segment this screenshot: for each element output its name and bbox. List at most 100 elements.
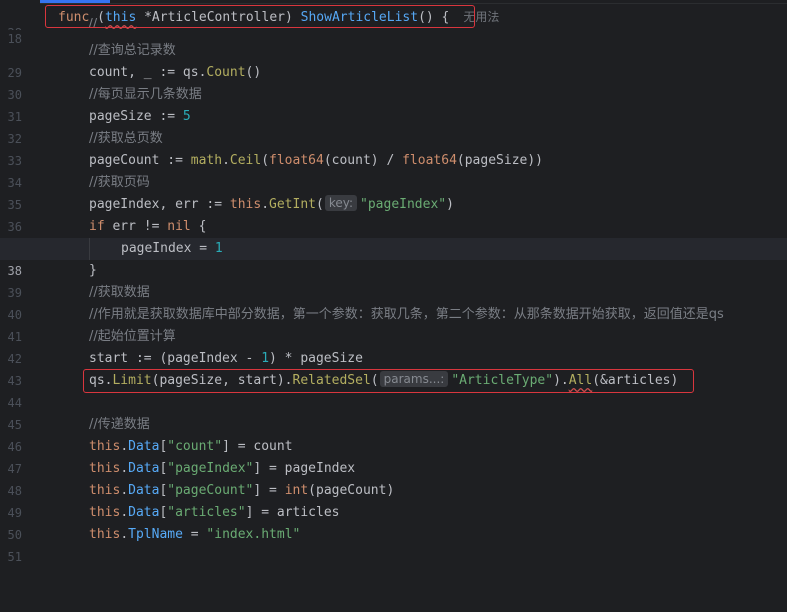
- type-float64: float64: [269, 153, 324, 168]
- string-literal: "pageIndex": [167, 461, 254, 476]
- code-line-48[interactable]: 48 this.Data["pageIndex"] = pageIndex: [0, 458, 787, 498]
- code-line-31[interactable]: 31 //每页显示几条数据: [0, 84, 787, 124]
- function-ceil: Ceil: [229, 153, 262, 168]
- parameter-hint: params...:: [379, 371, 449, 387]
- code-text: pageSize :=: [89, 109, 183, 124]
- code-line-40[interactable]: 40 //获取数据: [0, 282, 787, 322]
- comment: //: [89, 18, 98, 30]
- code-line-33[interactable]: 33 //获取总页数: [0, 128, 787, 168]
- keyword-this: this: [89, 505, 121, 520]
- keyword-this: this: [89, 439, 121, 454]
- code-text: ] = count: [222, 439, 293, 454]
- code-text: count, _ := qs.: [89, 65, 207, 80]
- code-line-46[interactable]: 46 //传递数据: [0, 414, 787, 454]
- code-line-51[interactable]: 51 this.TplName = "index.html": [0, 524, 787, 564]
- type-float64: float64: [402, 153, 457, 168]
- comment: //作用就是获取数据库中部分数据，第一个参数：获取几条，第二个参数：从那条数据开…: [89, 307, 724, 322]
- code-line-34[interactable]: 34 pageCount := math.Ceil(float64(count)…: [0, 150, 787, 190]
- code-text: {: [190, 219, 207, 234]
- line-number: 28: [0, 27, 22, 30]
- code-text: ] = articles: [245, 505, 340, 520]
- code-line-37[interactable]: 37 if err != nil {: [0, 216, 787, 256]
- code-line-44[interactable]: 44 qs.Limit(pageSize, start).RelatedSel(…: [0, 370, 787, 410]
- code-text: .: [120, 505, 129, 520]
- code-text: pageIndex, err :=: [89, 197, 230, 212]
- string-literal: "index.html": [206, 527, 301, 542]
- code-text: (&articles): [592, 373, 679, 388]
- number-literal: 1: [261, 351, 270, 366]
- field-tplname: TplName: [128, 527, 183, 542]
- code-text: .: [120, 461, 129, 476]
- field-data: Data: [128, 505, 160, 520]
- field-data: Data: [128, 461, 160, 476]
- code-text: ) * pageSize: [269, 351, 363, 366]
- comment: //获取总页数: [89, 131, 163, 146]
- code-text: start := (pageIndex -: [89, 351, 262, 366]
- package-math: math: [190, 153, 223, 168]
- comment: //获取页码: [89, 175, 150, 190]
- method-getint: GetInt: [269, 197, 316, 212]
- code-line-49[interactable]: 49 this.Data["pageCount"] = int(pageCoun…: [0, 480, 787, 520]
- type-int: int: [284, 483, 309, 498]
- line-number: 51: [7, 550, 22, 564]
- code-text: pageCount :=: [89, 153, 191, 168]
- string-literal: "pageIndex": [360, 197, 447, 212]
- code-line-38-current[interactable]: 38 pageIndex = 1: [0, 238, 787, 278]
- method-limit: Limit: [112, 373, 152, 388]
- keyword-this: this: [229, 197, 262, 212]
- code-text: =: [182, 527, 207, 542]
- code-text: (: [261, 153, 270, 168]
- code-text: }: [89, 263, 97, 278]
- parameter-hint: key:: [324, 195, 358, 211]
- code-line-32[interactable]: 32 pageSize := 5: [0, 106, 787, 146]
- code-text: ): [446, 197, 454, 212]
- string-literal: "ArticleType": [451, 373, 554, 388]
- code-line-39[interactable]: 39 }: [0, 260, 787, 300]
- keyword-if: if: [89, 219, 105, 234]
- code-line-29[interactable]: 29 //查询总记录数: [0, 40, 787, 80]
- string-literal: "articles": [167, 505, 246, 520]
- code-text: (pageSize, start).: [151, 373, 293, 388]
- code-text: .: [261, 197, 270, 212]
- keyword-this: this: [89, 461, 121, 476]
- comment: //起始位置计算: [89, 329, 176, 344]
- tab-divider: [0, 3, 787, 4]
- code-text: (count) /: [323, 153, 403, 168]
- code-line-47[interactable]: 47 this.Data["count"] = count: [0, 436, 787, 476]
- comment: //获取数据: [89, 285, 150, 300]
- code-text: ).: [553, 373, 569, 388]
- code-line-35[interactable]: 35 //获取页码: [0, 172, 787, 212]
- code-text: (: [316, 197, 324, 212]
- code-line-41[interactable]: 41 //作用就是获取数据库中部分数据，第一个参数：获取几条，第二个参数：从那条…: [0, 304, 787, 344]
- code-text: (pageSize)): [456, 153, 543, 168]
- field-data: Data: [128, 483, 160, 498]
- number-literal: 1: [214, 241, 223, 256]
- method-all: All: [568, 373, 593, 388]
- code-text: (): [245, 65, 262, 80]
- code-line-36[interactable]: 36 pageIndex, err := this.GetInt(key: "pa…: [0, 194, 787, 234]
- code-line-50[interactable]: 50 this.Data["articles"] = articles: [0, 502, 787, 542]
- code-text: .: [120, 439, 129, 454]
- code-text: .: [120, 483, 129, 498]
- method-relatedsel: RelatedSel: [292, 373, 371, 388]
- indent-guide: [89, 238, 90, 260]
- code-editor[interactable]: 18 func (this *ArticleController) ShowAr…: [0, 0, 787, 564]
- code-text: pageIndex =: [121, 241, 215, 256]
- string-literal: "pageCount": [167, 483, 254, 498]
- method-count: Count: [206, 65, 246, 80]
- comment: //传递数据: [89, 417, 150, 432]
- code-line-28[interactable]: 28 //: [0, 18, 787, 30]
- code-text: .: [120, 527, 129, 542]
- comment: //每页显示几条数据: [89, 87, 202, 102]
- code-line-43[interactable]: 43 start := (pageIndex - 1) * pageSize: [0, 348, 787, 388]
- code-line-45[interactable]: 45: [0, 392, 787, 432]
- code-line-42[interactable]: 42 //起始位置计算: [0, 326, 787, 366]
- code-line-30[interactable]: 30 count, _ := qs.Count(): [0, 62, 787, 102]
- code-text: ] = pageIndex: [253, 461, 356, 476]
- code-text: err !=: [104, 219, 168, 234]
- code-text: qs.: [89, 373, 113, 388]
- string-literal: "count": [167, 439, 223, 454]
- code-text: .: [222, 153, 230, 168]
- number-literal: 5: [182, 109, 191, 124]
- code-text: ] =: [253, 483, 285, 498]
